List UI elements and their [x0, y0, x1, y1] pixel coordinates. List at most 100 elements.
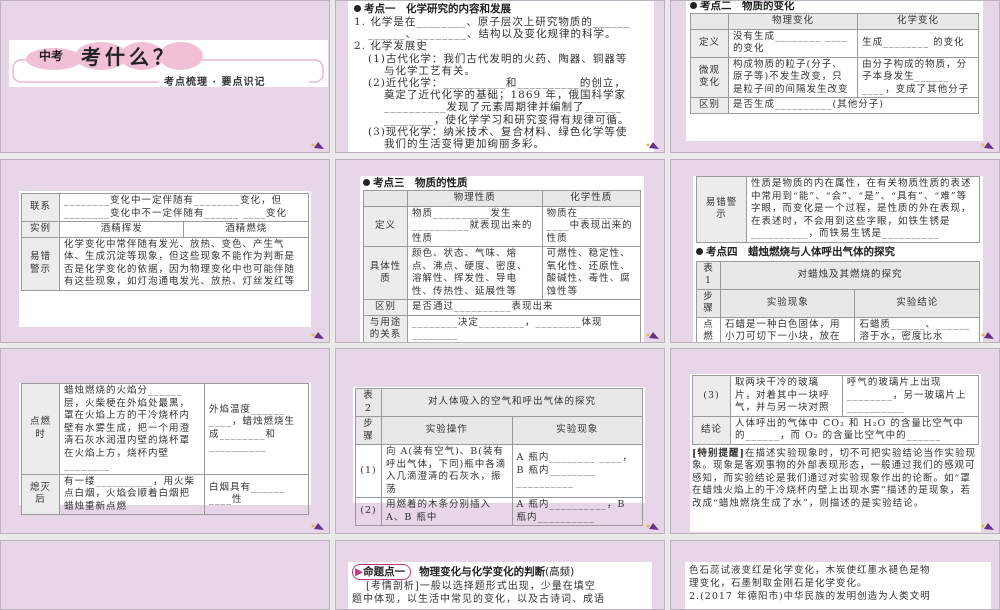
line: 2.(2017 年德阳市)中华民族的发明创造为人类文明 [689, 591, 931, 602]
slide-logo-icon [311, 332, 324, 339]
cell: 用燃着的木条分别插入 A、B 瓶中 [381, 497, 513, 526]
row-label: 定义 [690, 28, 729, 58]
cell: 由分子构成的物质，分子本身发生______ ____，变成了其他分子 [857, 56, 979, 98]
content-box: ▶命题点一 物理变化与化学变化的判断 (高频) [考情剖析]一般以选择题形式出现，… [348, 562, 652, 609]
slide-3[interactable]: 考点二 物质的变化 物理变化 化学变化 定义 没有生成________ ____的变… [670, 0, 1000, 153]
row-label: 微观变化 [690, 56, 729, 98]
cell: 可燃性、稳定性、氧化性、还原性、酸碱性、毒性、腐蚀性等 [541, 246, 642, 300]
line: 色石蕊试液变红是化学变化，木炭使红墨水褪色是物 [689, 565, 931, 576]
row-label: 实例 [21, 221, 60, 238]
col-header: 物理变化 [727, 13, 859, 30]
slide-logo-icon [646, 523, 659, 530]
proposition-badge: ▶命题点一 [352, 564, 412, 580]
corner-cell [690, 13, 729, 30]
badge-label: 命题点一 [363, 566, 406, 578]
slide-7[interactable]: 点燃时 蜡烛燃烧的火焰分______层，火柴梗在外焰处最黑，罩在火焰上方的干冷烧杯… [0, 348, 330, 534]
slide-5[interactable]: 考点三 物质的性质 物理性质 化学性质 定义 物质__________发生_____… [335, 159, 665, 343]
col-header: 实验现象 [719, 288, 856, 318]
col-header: 实验结论 [854, 288, 980, 318]
cell: 物质在________ ____中表现出来的性质 [541, 205, 642, 247]
table-title: 对人体吸入的空气和呼出气体的探究 [381, 388, 643, 417]
slide-logo-icon [981, 142, 994, 149]
line: (1)古代化学：我们古代发明的火药、陶器、铜器等 [368, 52, 628, 65]
section-heading: 考点四 蜡烛燃烧与人体呼出气体的探究 [706, 245, 895, 258]
slide-2[interactable]: 考点一 化学研究的内容和发展 1. 化学是在________、原子层次上研究物质… [335, 0, 665, 153]
content-box: 色石蕊试液变红是化学变化，木炭使红墨水褪色是物 理变化，石墨制取金刚石是化学变化… [685, 562, 991, 609]
slide-logo-icon [311, 523, 324, 530]
cell: 构成物质的粒子(分子、原子等)不发生改变，只是粒子间的间隔发生改变 [727, 56, 859, 98]
slide-1[interactable]: 中考 考什么？ 考点梳理 · 要点识记 [0, 0, 330, 153]
cell: 外焰温度______ ____，蜡烛燃烧生成________和_________… [204, 383, 309, 475]
cell: 是否生成__________(其他分子) [728, 97, 979, 114]
col-header: 步骤 [355, 416, 382, 445]
content-box: 考点三 物质的性质 物理性质 化学性质 定义 物质__________发生_____… [360, 176, 644, 342]
cell: ________决定________，________体现________ [407, 314, 641, 342]
line: 理变化，石墨制取金刚石是化学变化。 [689, 578, 868, 589]
title-banner: 中考 考什么？ 考点梳理 · 要点识记 [9, 40, 328, 88]
col-header: 步骤 [696, 288, 721, 318]
row-label: 区别 [690, 97, 729, 114]
banner-title: 考什么？ [81, 45, 177, 69]
cell: 酒精挥发 [58, 221, 185, 238]
cell: A 瓶内________ ____，B 瓶内________ _________… [511, 444, 644, 498]
row-label: 联系 [21, 193, 60, 222]
candle-table: 表 1对蜡烛及其燃烧的探究 步骤实验现象实验结论 点燃前石蜡是一种白色固体，用小… [696, 260, 980, 342]
col-header: 化学性质 [541, 190, 642, 207]
content-box: 点燃时 蜡烛燃烧的火焰分______层，火柴梗在外焰处最黑，罩在火焰上方的干冷烧杯… [19, 383, 311, 515]
changes-table: 物理变化 化学变化 定义 没有生成________ ____的变化 生成_______… [690, 13, 979, 114]
cell: 有一缕__________，用火柴点白烟，火焰会顺着白烟把蜡烛重新点燃 [59, 473, 205, 515]
play-icon: ▶ [355, 566, 364, 578]
slide-8[interactable]: 表 2 对人体吸入的空气和呼出气体的探究 步骤 实验操作 实验现象 (1) 向 A(装有… [335, 348, 665, 534]
row-label: 结论 [692, 415, 731, 445]
cell: 没有生成________ ____的变化 [727, 28, 859, 58]
col-header: 实验操作 [381, 416, 513, 445]
row-label: (3) [692, 375, 731, 417]
row-label: 熄灭后 [21, 473, 60, 515]
banner-prefix: 中考 [39, 49, 64, 63]
properties-table: 物理性质 化学性质 定义 物质__________发生__________就表现出来… [363, 190, 642, 342]
cell: 人体呼出的气体中 CO₂ 和 H₂O 的含量比空气中的______，而 O₂ 的… [730, 415, 979, 445]
slide-logo-icon [311, 142, 324, 149]
corner-cell [363, 190, 408, 207]
row-label: 易错警示 [21, 236, 60, 291]
slide-logo-icon [646, 332, 659, 339]
table-title: 对蜡烛及其燃烧的探究 [720, 260, 980, 290]
line: [考情剖析]一般以选择题形式出现，少量在填空 [366, 581, 596, 592]
cell: 生成________ 的变化 [857, 28, 979, 58]
row-label: 区别 [363, 299, 408, 316]
cell: 物质__________发生__________就表现出来的性质 [407, 205, 543, 247]
frequency-tag: (高频) [545, 566, 575, 578]
content-box: 表 2 对人体吸入的空气和呼出气体的探究 步骤 实验操作 实验现象 (1) 向 A(装有… [353, 387, 645, 526]
relation-table: 联系 ________变化中一定伴随有________变化，但________变化… [21, 193, 309, 291]
cell: ________变化中一定伴随有________变化，但________变化中不… [59, 193, 309, 222]
line: (3)现代化学：纳米技术、复合材料、绿色化学等使 [368, 125, 628, 138]
special-tip: [特别提醒]在描述实验现象时，切不可把实验结论当作实验现象。现象是客观事物的外部… [692, 448, 979, 511]
warning-table: 易错警示 性质是物质的内在属性，在有关物质性质的表述中常用到“能”、“会”、“是”… [696, 176, 980, 243]
slide-4[interactable]: 联系 ________变化中一定伴随有________变化，但________变化… [0, 159, 330, 343]
content-box: (3) 取两块干冷的玻璃片，对着其中一块呼气，并与另一块对照 呼气的玻璃片上出现__… [690, 374, 981, 532]
table-number: 表 2 [355, 388, 382, 417]
section-heading: 考点三 物质的性质 [373, 177, 468, 189]
col-header: 实验现象 [511, 416, 644, 445]
bullet-icon [363, 179, 370, 186]
cell: 酒精燃烧 [183, 221, 309, 238]
section-heading: 考点一 化学研究的内容和发展 [364, 3, 511, 15]
line: 1. 化学是在________、原子层次上研究物质的______ [354, 16, 631, 28]
line: (2)近代化学：__________和__________的创立， [368, 77, 626, 90]
conclusion-table: (3) 取两块干冷的玻璃片，对着其中一块呼气，并与另一块对照 呼气的玻璃片上出现__… [692, 375, 980, 445]
cell: 化学变化中常伴随有发光、放热、变色、产生气体、生成沉淀等现象，但这些现象不能作为… [59, 236, 309, 291]
row-label: 点燃时 [21, 383, 60, 475]
slide-logo-icon [646, 142, 659, 149]
row-label: 与用途的关系 [363, 314, 408, 342]
line: 与化学工艺有关。 [384, 64, 476, 77]
cell: A 瓶内__________，B 瓶内__________ [511, 497, 644, 526]
breath-table: 表 2 对人体吸入的空气和呼出气体的探究 步骤 实验操作 实验现象 (1) 向 A(装有… [355, 388, 644, 526]
line: 奠定了近代化学的基础；1869 年，俄国科学家 [384, 89, 627, 102]
col-header: 物理性质 [407, 190, 543, 207]
slide-9[interactable]: (3) 取两块干冷的玻璃片，对着其中一块呼气，并与另一块对照 呼气的玻璃片上出现__… [670, 348, 1000, 534]
row-label: (1) [355, 444, 382, 498]
banner-subtitle: 考点梳理 · 要点识记 [164, 77, 266, 88]
col-header: 化学变化 [857, 13, 979, 30]
slide-6[interactable]: 易错警示 性质是物质的内在属性，在有关物质性质的表述中常用到“能”、“会”、“是”… [670, 159, 1000, 343]
slide-logo-icon [981, 332, 994, 339]
